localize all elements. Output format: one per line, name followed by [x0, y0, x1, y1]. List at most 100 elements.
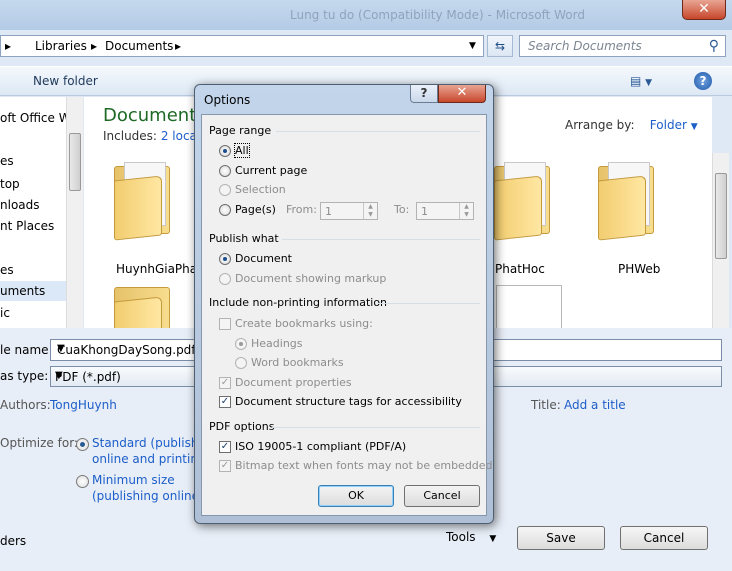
chevron-down-icon[interactable]: ▼ — [691, 122, 698, 132]
current-page-radio[interactable] — [219, 165, 231, 177]
folder-icon[interactable] — [114, 162, 170, 242]
dialog-cancel-button[interactable]: Cancel — [404, 485, 480, 507]
pages-radio[interactable] — [219, 204, 231, 216]
folder-icon[interactable] — [598, 162, 654, 242]
title-label: Title: — [531, 398, 561, 412]
optimize-minimum-radio[interactable] — [76, 475, 89, 488]
publish-markup-radio[interactable] — [219, 273, 231, 285]
options-dialog: Options ? ✕ Page range All Current page … — [194, 84, 494, 524]
file-name-label: le name: — [0, 343, 53, 357]
doc-properties-checkbox[interactable]: ✓ — [219, 377, 231, 389]
to-value: 1 — [421, 205, 428, 218]
spin-arrows-icon[interactable]: ▲ ▼ — [459, 203, 473, 219]
divider — [272, 427, 480, 428]
divider — [282, 239, 480, 240]
chevron-down-icon: ▼ — [645, 78, 653, 88]
page-range-all-label[interactable]: All — [234, 143, 250, 158]
bookmark-headings-radio[interactable] — [235, 338, 247, 350]
nav-item-selected[interactable]: uments — [0, 281, 66, 301]
dialog-close-button[interactable]: ✕ — [438, 85, 486, 103]
page-range-all-radio[interactable] — [219, 145, 231, 157]
nav-item[interactable]: oft Office W — [0, 111, 66, 125]
create-bookmarks-label: Create bookmarks using: — [235, 317, 373, 330]
dialog-title: Options — [204, 93, 251, 107]
cancel-button[interactable]: Cancel — [620, 526, 708, 550]
window-close-button[interactable]: ✕ — [682, 0, 726, 20]
from-stepper[interactable]: 1 ▲ ▼ — [320, 202, 378, 220]
chevron-down-icon: ▼ — [489, 534, 497, 544]
bitmap-text-checkbox[interactable]: ✓ — [219, 460, 231, 472]
bookmark-headings-label: Headings — [251, 337, 303, 350]
address-bar[interactable]: ▸ Libraries ▸ Documents ▸ ▼ — [0, 35, 484, 57]
folder-icon[interactable] — [114, 283, 170, 328]
new-folder-button[interactable]: New folder — [33, 74, 98, 88]
bookmark-word-radio[interactable] — [235, 357, 247, 369]
view-icon: ▤ — [630, 74, 642, 88]
create-bookmarks-checkbox[interactable] — [219, 318, 231, 330]
save-button[interactable]: Save — [517, 526, 605, 550]
authors-label: Authors: — [0, 398, 51, 412]
folder-label[interactable]: PHWeb — [618, 262, 660, 276]
authors-value[interactable]: TongHuynh — [50, 398, 117, 412]
selection-radio[interactable] — [219, 184, 231, 196]
iso-pdfa-label[interactable]: ISO 19005-1 compliant (PDF/A) — [235, 440, 406, 453]
current-page-label[interactable]: Current page — [235, 164, 307, 177]
iso-pdfa-checkbox[interactable]: ✓ — [219, 441, 231, 453]
file-thumbnail[interactable] — [496, 285, 562, 328]
nav-item[interactable]: es — [0, 263, 14, 277]
chevron-right-icon: ▸ — [5, 39, 12, 53]
hide-folders-toggle[interactable]: ders — [0, 534, 26, 548]
folder-icon[interactable] — [494, 162, 550, 242]
folder-label[interactable]: HuynhGiaPha — [116, 262, 197, 276]
page-range-heading: Page range — [209, 124, 272, 137]
standard-label-2[interactable]: online and printing — [92, 452, 206, 466]
from-label: From: — [286, 203, 317, 216]
content-scrollbar[interactable] — [712, 153, 729, 328]
scroll-thumb[interactable] — [69, 133, 81, 191]
doc-structure-label[interactable]: Document structure tags for accessibilit… — [235, 395, 462, 408]
divider — [276, 131, 480, 132]
nav-item[interactable]: top — [0, 177, 20, 191]
scroll-thumb[interactable] — [715, 173, 727, 259]
publish-document-radio[interactable] — [219, 253, 231, 265]
search-placeholder: Search Documents — [528, 39, 642, 53]
window-title: Lung tu do (Compatibility Mode) - Micros… — [290, 8, 585, 22]
nav-item[interactable]: nt Places — [0, 219, 54, 233]
folder-label[interactable]: PhatHoc — [495, 262, 545, 276]
spin-arrows-icon[interactable]: ▲ ▼ — [363, 203, 377, 219]
save-type-label: as type: — [0, 369, 49, 383]
refresh-icon: ⇆ — [494, 39, 506, 53]
selection-label: Selection — [235, 183, 286, 196]
pages-label[interactable]: Page(s) — [235, 203, 276, 216]
nav-scrollbar[interactable] — [66, 97, 83, 328]
nav-item[interactable]: ic — [0, 306, 10, 320]
publish-document-label[interactable]: Document — [235, 252, 292, 265]
tools-label: Tools — [446, 530, 476, 544]
to-stepper[interactable]: 1 ▲ ▼ — [416, 202, 474, 220]
bitmap-text-label: Bitmap text when fonts may not be embedd… — [235, 459, 493, 472]
breadcrumb-documents[interactable]: Documents — [105, 39, 173, 53]
nav-item[interactable]: es — [0, 154, 14, 168]
search-icon[interactable]: ⚲ — [709, 38, 719, 54]
optimize-standard-radio[interactable] — [76, 438, 89, 451]
nav-item[interactable]: nloads — [0, 198, 40, 212]
includes-label: Includes: — [103, 129, 157, 143]
title-value[interactable]: Add a title — [564, 398, 626, 412]
dialog-help-button[interactable]: ? — [410, 85, 438, 103]
minimum-label[interactable]: Minimum size — [92, 473, 175, 487]
breadcrumb-libraries[interactable]: Libraries — [35, 39, 87, 53]
minimum-label-2[interactable]: (publishing online) — [92, 489, 204, 503]
arrange-value-link[interactable]: Folder — [650, 118, 687, 132]
search-box[interactable]: Search Documents ⚲ — [519, 35, 726, 57]
pdf-options-heading: PDF options — [209, 420, 275, 433]
tools-menu[interactable]: Tools ▼ — [446, 530, 496, 544]
ok-button[interactable]: OK — [318, 485, 394, 507]
includes-line: Includes: 2 locat — [103, 129, 202, 143]
doc-structure-checkbox[interactable]: ✓ — [219, 396, 231, 408]
optimize-label: Optimize for: — [0, 436, 78, 450]
view-menu-button[interactable]: ▤ ▼ — [630, 74, 652, 88]
chevron-down-icon[interactable]: ▼ — [469, 41, 476, 51]
refresh-button[interactable]: ⇆ — [487, 35, 513, 57]
arrange-by: Arrange by: Folder ▼ — [565, 118, 698, 132]
help-icon[interactable]: ? — [694, 72, 712, 90]
